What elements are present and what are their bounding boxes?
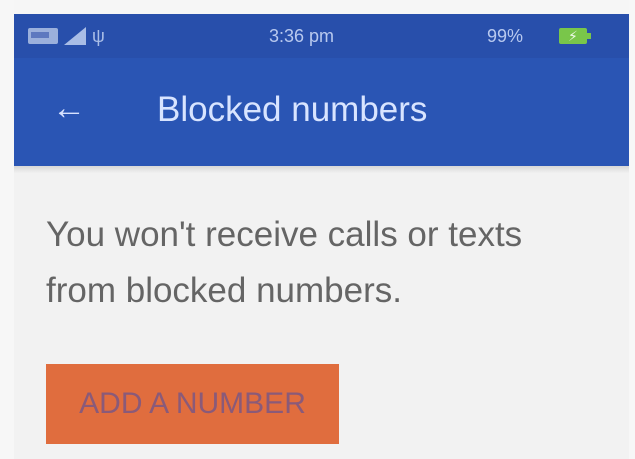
usb-icon: ψ: [92, 26, 105, 46]
add-number-button[interactable]: ADD A NUMBER: [46, 364, 339, 444]
blocked-numbers-info-text: You won't receive calls or texts from bl…: [46, 215, 523, 310]
app-bar-shadow: [14, 166, 629, 173]
back-arrow-icon[interactable]: ←: [52, 86, 96, 130]
charging-bolt-icon: ⚡: [568, 28, 578, 44]
status-time: 3:36 pm: [269, 26, 335, 46]
screen-frame-left: [0, 0, 14, 459]
screen-frame-top: [0, 0, 635, 14]
sim-icon: [28, 28, 58, 44]
page-title: Blocked numbers: [157, 90, 428, 129]
app-bar: ψ 3:36 pm 99% ⚡ ← Blocked numbers: [14, 14, 629, 166]
battery-percent: 99%: [487, 26, 524, 46]
signal-icon: [64, 27, 86, 45]
content-area: You won't receive calls or texts from bl…: [14, 173, 629, 459]
status-icons-left: ψ: [28, 26, 105, 46]
toolbar: ← Blocked numbers: [14, 58, 629, 166]
battery-icon: ⚡: [559, 28, 591, 44]
status-bar: ψ 3:36 pm 99% ⚡: [14, 14, 629, 58]
screen-frame-right: [629, 0, 635, 459]
